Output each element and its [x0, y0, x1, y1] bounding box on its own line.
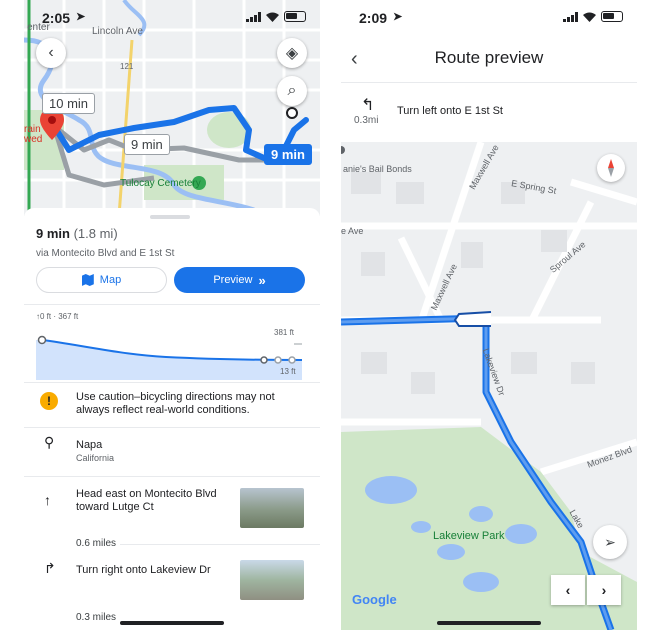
- step-text: Turn left onto E 1st St: [397, 105, 503, 117]
- origin-region: California: [76, 453, 115, 463]
- location-arrow-icon: ➤: [393, 11, 403, 23]
- status-time: 2:05: [42, 10, 71, 26]
- step-2-text: Turn right onto Lakeview Dr: [76, 564, 211, 576]
- double-chevron-icon: »: [258, 272, 266, 288]
- home-indicator: [437, 621, 541, 625]
- sheet-handle[interactable]: [150, 215, 190, 219]
- elevation-top: 381 ft: [274, 328, 295, 337]
- divider: [24, 476, 320, 477]
- map-label-bail-bonds: anie's Bail Bonds: [343, 164, 412, 174]
- previous-step-button[interactable]: ‹: [551, 575, 585, 605]
- step-distance: 0.3mi: [354, 115, 379, 126]
- arrow-up-icon: ↑: [44, 492, 51, 508]
- chevron-right-icon: ›: [601, 582, 607, 598]
- status-time: 2:09: [359, 10, 388, 26]
- map-button[interactable]: Map: [36, 267, 167, 293]
- route-time-chip-9-alt[interactable]: 9 min: [124, 134, 170, 155]
- right-screen: 2:09 ➤ ‹ Route preview ↰ 0.3mi Turn left…: [341, 0, 637, 630]
- turn-right-icon: ↱: [44, 560, 56, 576]
- location-pin-icon: ⚲: [44, 434, 55, 450]
- preview-button[interactable]: Preview »: [174, 267, 305, 293]
- status-bar: 2:09 ➤: [341, 0, 637, 34]
- wifi-icon: [266, 12, 279, 22]
- elevation-chart: [36, 335, 303, 380]
- home-indicator: [120, 621, 224, 625]
- elevation-stats: ↑0 ft · 367 ft: [36, 312, 79, 321]
- street-view-thumbnail[interactable]: [240, 560, 304, 600]
- turn-left-icon: ↰: [361, 97, 375, 114]
- divider: [120, 544, 320, 545]
- divider: [24, 382, 320, 383]
- back-button[interactable]: ‹: [36, 38, 66, 68]
- battery-icon: [601, 11, 623, 22]
- map-label-cemetery: Tulocay Cemetery: [120, 178, 201, 189]
- route-time-chip-selected[interactable]: 9 min: [264, 144, 312, 165]
- locate-button[interactable]: ➢: [593, 525, 627, 559]
- preview-map-graphics: [341, 142, 637, 630]
- compass-button[interactable]: [597, 154, 625, 182]
- battery-icon: [284, 11, 306, 22]
- map-label-ave: e Ave: [341, 226, 364, 236]
- layers-button[interactable]: ◈: [277, 38, 307, 68]
- origin-name: Napa: [76, 439, 103, 451]
- route-time-chip-10[interactable]: 10 min: [42, 93, 96, 114]
- elevation-bottom: 13 ft: [280, 367, 296, 376]
- street-view-thumbnail[interactable]: [240, 488, 304, 528]
- google-logo: Google: [352, 592, 397, 607]
- chevron-left-icon: ‹: [565, 582, 571, 598]
- compass-icon: [608, 159, 614, 177]
- current-step-banner: ↰ 0.3mi Turn left onto E 1st St: [341, 82, 637, 142]
- map-label-lakeview-park: Lakeview Park: [433, 530, 505, 542]
- divider: [24, 304, 320, 305]
- step-2-distance: 0.3 miles: [76, 612, 117, 623]
- map-label-hwy: 121: [120, 62, 134, 71]
- map-button-label: Map: [99, 274, 122, 286]
- preview-button-label: Preview: [213, 274, 253, 286]
- directions-sheet: 9 min (1.8 mi) via Montecito Blvd and E …: [24, 208, 320, 630]
- next-step-button[interactable]: ›: [587, 575, 621, 605]
- divider: [24, 427, 320, 428]
- warning-icon: !: [40, 392, 58, 410]
- route-duration: 9 min (1.8 mi): [36, 226, 118, 241]
- status-bar: 2:05 ➤: [24, 0, 320, 34]
- signal-icon: [563, 11, 578, 22]
- preview-map[interactable]: anie's Bail Bonds Maxwell Ave E Spring S…: [341, 142, 637, 630]
- route-via: via Montecito Blvd and E 1st St: [36, 248, 175, 259]
- step-1-distance: 0.6 miles: [76, 538, 117, 549]
- caution-text: Use caution–bicycling directions may not…: [76, 391, 275, 416]
- search-button[interactable]: ⌕: [277, 76, 307, 106]
- wifi-icon: [583, 12, 596, 22]
- location-arrow-icon: ➤: [76, 11, 86, 23]
- step-1-text: Head east on Montecito Blvd toward Lutge…: [76, 488, 217, 513]
- page-title: Route preview: [434, 48, 544, 67]
- left-screen: enter Lincoln Ave rain wed Tulocay Cemet…: [24, 0, 320, 630]
- navigation-arrow-icon: ➢: [604, 533, 616, 550]
- map-icon: [81, 274, 94, 286]
- map-label-wed: wed: [24, 134, 43, 145]
- route-distance: (1.8 mi): [73, 226, 118, 241]
- signal-icon: [246, 11, 261, 22]
